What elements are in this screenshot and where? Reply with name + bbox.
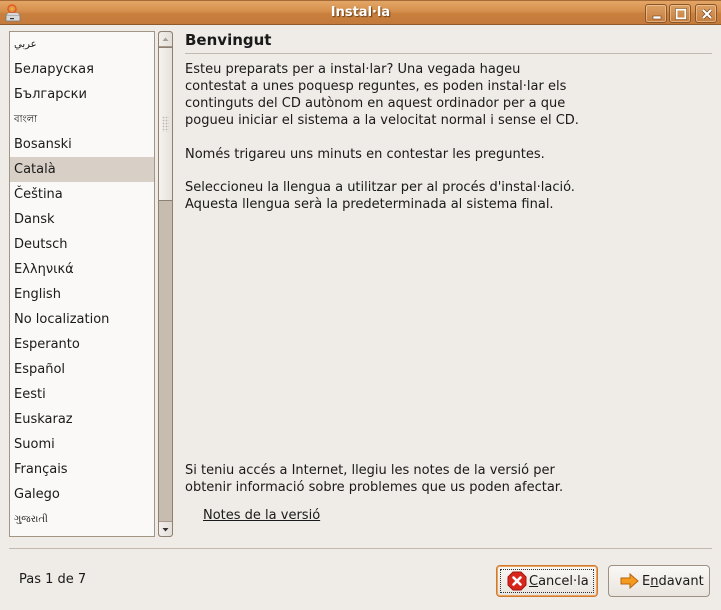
language-item[interactable]: Suomi xyxy=(10,432,154,457)
arrow-up-icon xyxy=(162,37,169,41)
language-item[interactable]: No localization xyxy=(10,307,154,332)
minimize-icon xyxy=(652,15,662,20)
intro-line: continguts del CD autònom en aquest ordi… xyxy=(185,96,566,111)
language-item[interactable]: Eesti xyxy=(10,382,154,407)
language-item[interactable]: Euskaraz xyxy=(10,407,154,432)
intro-line: contestat a unes poquesp reguntes, es po… xyxy=(185,79,567,94)
language-list[interactable]: عربي Беларуская Български বাংলা Bosanski Cata… xyxy=(9,31,155,537)
intro-line: pogueu iniciar el sistema a la velocitat… xyxy=(185,113,579,128)
language-item[interactable]: عربي xyxy=(10,32,154,57)
release-notes-line: Si teniu accés a Internet, llegiu les no… xyxy=(185,463,555,478)
arrow-down-icon xyxy=(162,528,169,532)
focus-ring xyxy=(500,569,594,593)
language-item[interactable]: Català xyxy=(10,157,154,182)
language-item[interactable]: বাংলা xyxy=(10,107,154,132)
release-notes-link[interactable]: Notes de la versió xyxy=(203,508,320,523)
duration-paragraph: Només trigareu uns minuts en contestar l… xyxy=(185,147,545,162)
arrow-right-icon xyxy=(620,572,639,590)
language-item[interactable]: Ελληνικά xyxy=(10,257,154,282)
language-item[interactable]: Français xyxy=(10,457,154,482)
title-bar[interactable]: Instal·la xyxy=(0,0,721,25)
grip-icon xyxy=(162,116,169,132)
language-item[interactable]: ગુજરાતી xyxy=(10,507,154,532)
language-item[interactable]: Deutsch xyxy=(10,232,154,257)
maximize-icon xyxy=(675,8,687,20)
language-item[interactable]: Čeština xyxy=(10,182,154,207)
close-button[interactable] xyxy=(695,4,717,23)
intro-paragraph: Esteu preparats per a instal·lar? Una ve… xyxy=(185,61,715,129)
scroll-down-button[interactable] xyxy=(159,521,172,536)
language-item[interactable]: Dansk xyxy=(10,207,154,232)
close-icon xyxy=(701,8,713,20)
intro-line: Esteu preparats per a instal·lar? Una ve… xyxy=(185,62,521,77)
language-item[interactable]: English xyxy=(10,282,154,307)
language-item[interactable]: Español xyxy=(10,357,154,382)
footer-divider xyxy=(9,548,712,549)
language-item[interactable]: Български xyxy=(10,82,154,107)
language-item[interactable]: Galego xyxy=(10,482,154,507)
maximize-button[interactable] xyxy=(669,4,691,23)
heading-divider xyxy=(185,53,712,54)
page-title: Benvingut xyxy=(185,31,272,49)
next-label-start: E xyxy=(642,573,651,589)
scroll-up-button[interactable] xyxy=(159,32,172,47)
release-notes-paragraph: Si teniu accés a Internet, llegiu les no… xyxy=(185,462,715,496)
language-item[interactable]: Беларуская xyxy=(10,57,154,82)
next-button[interactable]: Endavant xyxy=(608,565,710,597)
minimize-button[interactable] xyxy=(645,4,667,23)
cancel-button[interactable]: Cancel·la xyxy=(496,565,598,597)
language-list-scrollbar[interactable] xyxy=(158,31,173,537)
window-title: Instal·la xyxy=(330,5,391,20)
instruction-line: Seleccioneu la llengua a utilitzar per a… xyxy=(185,180,575,195)
scrollbar-thumb[interactable] xyxy=(159,47,172,201)
language-item[interactable]: Bosanski xyxy=(10,132,154,157)
next-label: Endavant xyxy=(642,574,704,589)
instruction-line: Aquesta llengua serà la predeterminada a… xyxy=(185,197,554,212)
step-indicator: Pas 1 de 7 xyxy=(19,572,87,587)
language-item[interactable]: Esperanto xyxy=(10,332,154,357)
next-label-rest: davant xyxy=(658,573,704,589)
release-notes-line: obtenir informació sobre problemes que u… xyxy=(185,480,564,495)
language-instruction-paragraph: Seleccioneu la llengua a utilitzar per a… xyxy=(185,179,715,213)
